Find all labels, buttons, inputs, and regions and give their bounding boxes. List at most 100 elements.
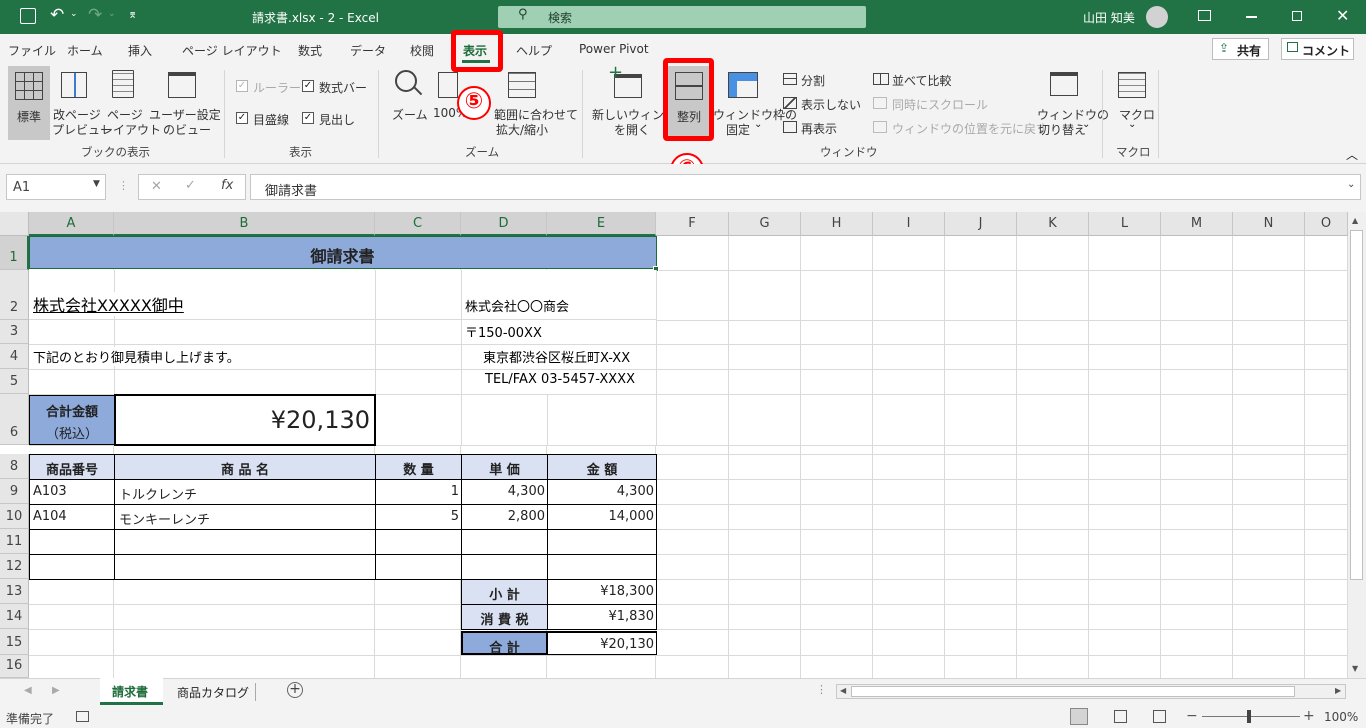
row-header-10[interactable]: 10 [0, 504, 29, 529]
zoom-slider[interactable] [1202, 716, 1300, 717]
row-header-4[interactable]: 4 [0, 344, 29, 369]
table-header-cell[interactable]: 商 品 名 [114, 454, 376, 480]
tab-data[interactable]: データ [350, 42, 386, 59]
next-sheet-icon[interactable]: ▶ [52, 685, 60, 696]
table-cell[interactable] [547, 554, 657, 580]
row-header-3[interactable]: 3 [0, 320, 29, 344]
row-header-5[interactable]: 5 [0, 369, 29, 394]
column-header-e[interactable]: E [547, 212, 656, 236]
macros-button[interactable]: マクロ [1119, 106, 1155, 123]
subtotal-label-cell[interactable]: 小 計 [461, 579, 548, 605]
row-header-6[interactable]: 6 [0, 394, 29, 445]
row-header-16[interactable]: 16 [0, 655, 29, 678]
tab-review[interactable]: 校閲 [410, 42, 434, 59]
customize-qat-icon[interactable]: ⌆ [128, 8, 137, 21]
scroll-down-icon[interactable]: ▼ [1352, 664, 1358, 673]
table-cell[interactable]: モンキーレンチ [114, 504, 376, 530]
new-window-label-2[interactable]: を開く [614, 121, 650, 138]
sheet-tab-catalog[interactable]: 商品カタログ [177, 684, 249, 701]
split-button[interactable]: 分割 [801, 72, 825, 89]
zoom-level[interactable]: 100% [1324, 710, 1358, 724]
table-header-cell[interactable]: 単 価 [461, 454, 548, 480]
zoom-to-selection-label-2[interactable]: 拡大/縮小 [496, 121, 548, 138]
side-by-side-button[interactable]: 並べて比較 [892, 72, 952, 89]
expand-formula-icon[interactable]: ⌄ [1347, 179, 1355, 190]
sender-zip[interactable]: 〒150-00XX [465, 322, 542, 341]
hscroll-right-icon[interactable]: ▶ [1335, 686, 1341, 695]
row-header-8[interactable]: 8 [0, 454, 29, 479]
undo-dropdown-icon[interactable]: ⌄ [70, 9, 78, 19]
table-cell[interactable]: 4,300 [461, 479, 548, 505]
table-cell[interactable]: 4,300 [547, 479, 657, 505]
column-header-g[interactable]: G [729, 212, 801, 236]
normal-view-status-icon[interactable] [1070, 708, 1088, 725]
headings-checkbox[interactable]: ✓ [302, 112, 314, 124]
row-header-12[interactable]: 12 [0, 554, 29, 579]
sender-company[interactable]: 株式会社〇〇商会 [465, 296, 569, 315]
cell-a1-title[interactable]: 御請求書 [29, 236, 657, 269]
share-button[interactable]: ⇪ 共有 [1212, 38, 1269, 60]
hscroll-left-icon[interactable]: ◀ [840, 686, 846, 695]
column-header-d[interactable]: D [461, 212, 547, 236]
table-cell[interactable] [375, 554, 462, 580]
insert-function-icon[interactable]: fx [221, 178, 233, 193]
page-break-status-icon[interactable] [1153, 710, 1166, 723]
column-header-j[interactable]: J [945, 212, 1017, 236]
table-cell[interactable]: A104 [29, 504, 115, 530]
tab-home[interactable]: ホーム [67, 42, 103, 59]
table-cell[interactable] [375, 529, 462, 555]
avatar[interactable] [1146, 6, 1168, 28]
table-cell[interactable]: トルクレンチ [114, 479, 376, 505]
scroll-thumb[interactable] [1350, 230, 1363, 580]
hscroll-split-icon[interactable]: ⋮ [816, 683, 827, 696]
ribbon-display-icon[interactable] [1198, 10, 1211, 21]
column-header-i[interactable]: I [873, 212, 945, 236]
row-header-15[interactable]: 15 [0, 629, 29, 655]
name-box[interactable]: A1 ▼ [6, 174, 106, 200]
client-name[interactable]: 株式会社XXXXX御中 [33, 292, 188, 316]
zoom-slider-thumb[interactable] [1247, 710, 1251, 723]
sender-address[interactable]: 東京都渋谷区桜丘町X-XX [483, 347, 631, 366]
row-header-11[interactable]: 11 [0, 529, 29, 554]
table-header-cell[interactable]: 数 量 [375, 454, 462, 480]
row-header-14[interactable]: 14 [0, 604, 29, 629]
minimize-icon[interactable] [1246, 16, 1257, 18]
collapse-ribbon-icon[interactable]: ︿ [1346, 146, 1358, 163]
worksheet-grid[interactable]: ABCDEFGHIJKLMNO 1 2 3 4 5 6 8 9 10 11 12 13 14 15 16 御… [0, 212, 1348, 678]
table-header-cell[interactable]: 商品番号 [29, 454, 115, 480]
search-box[interactable]: ⚲ 検索 [498, 6, 866, 28]
column-header-k[interactable]: K [1017, 212, 1089, 236]
table-cell[interactable] [461, 554, 548, 580]
column-header-f[interactable]: F [656, 212, 729, 236]
gridlines-label[interactable]: 目盛線 [253, 111, 289, 128]
zoom-in-icon[interactable]: + [1303, 708, 1315, 724]
column-header-b[interactable]: B [114, 212, 375, 236]
grand-total-label-cell[interactable]: 合 計 [461, 631, 548, 656]
tab-page-layout[interactable]: ページ レイアウト [182, 42, 282, 59]
column-header-a[interactable]: A [29, 212, 114, 236]
column-header-m[interactable]: M [1161, 212, 1233, 236]
grand-total-value-cell[interactable]: ¥20,130 [547, 631, 657, 655]
column-header-c[interactable]: C [375, 212, 461, 236]
gridlines-checkbox[interactable]: ✓ [236, 112, 248, 124]
row-header-1[interactable]: 1 [0, 236, 29, 270]
freeze-panes-dropdown-icon[interactable]: ⌄ [754, 119, 762, 130]
table-cell[interactable] [547, 529, 657, 555]
table-cell[interactable]: 2,800 [461, 504, 548, 530]
tax-label-cell[interactable]: 消 費 税 [461, 604, 548, 630]
formula-bar-checkbox[interactable]: ✓ [302, 80, 314, 92]
intro-text[interactable]: 下記のとおり御見積申し上げます。 [33, 347, 240, 366]
close-icon[interactable]: ✕ [1336, 6, 1349, 25]
total-label-cell[interactable]: 合計金額 （税込） [29, 395, 115, 445]
tab-formulas[interactable]: 数式 [298, 42, 322, 59]
tab-help[interactable]: ヘルプ [516, 42, 552, 59]
table-cell[interactable]: A103 [29, 479, 115, 505]
select-all-corner[interactable] [0, 212, 29, 236]
row-header-9[interactable]: 9 [0, 479, 29, 504]
user-name[interactable]: 山田 知美 [1083, 9, 1135, 26]
undo-icon[interactable]: ↶ [50, 5, 64, 25]
hide-button[interactable]: 表示しない [801, 96, 861, 113]
formula-bar-label[interactable]: 数式バー [319, 79, 367, 96]
headings-label[interactable]: 見出し [319, 111, 355, 128]
hscroll-thumb[interactable] [851, 686, 1295, 697]
